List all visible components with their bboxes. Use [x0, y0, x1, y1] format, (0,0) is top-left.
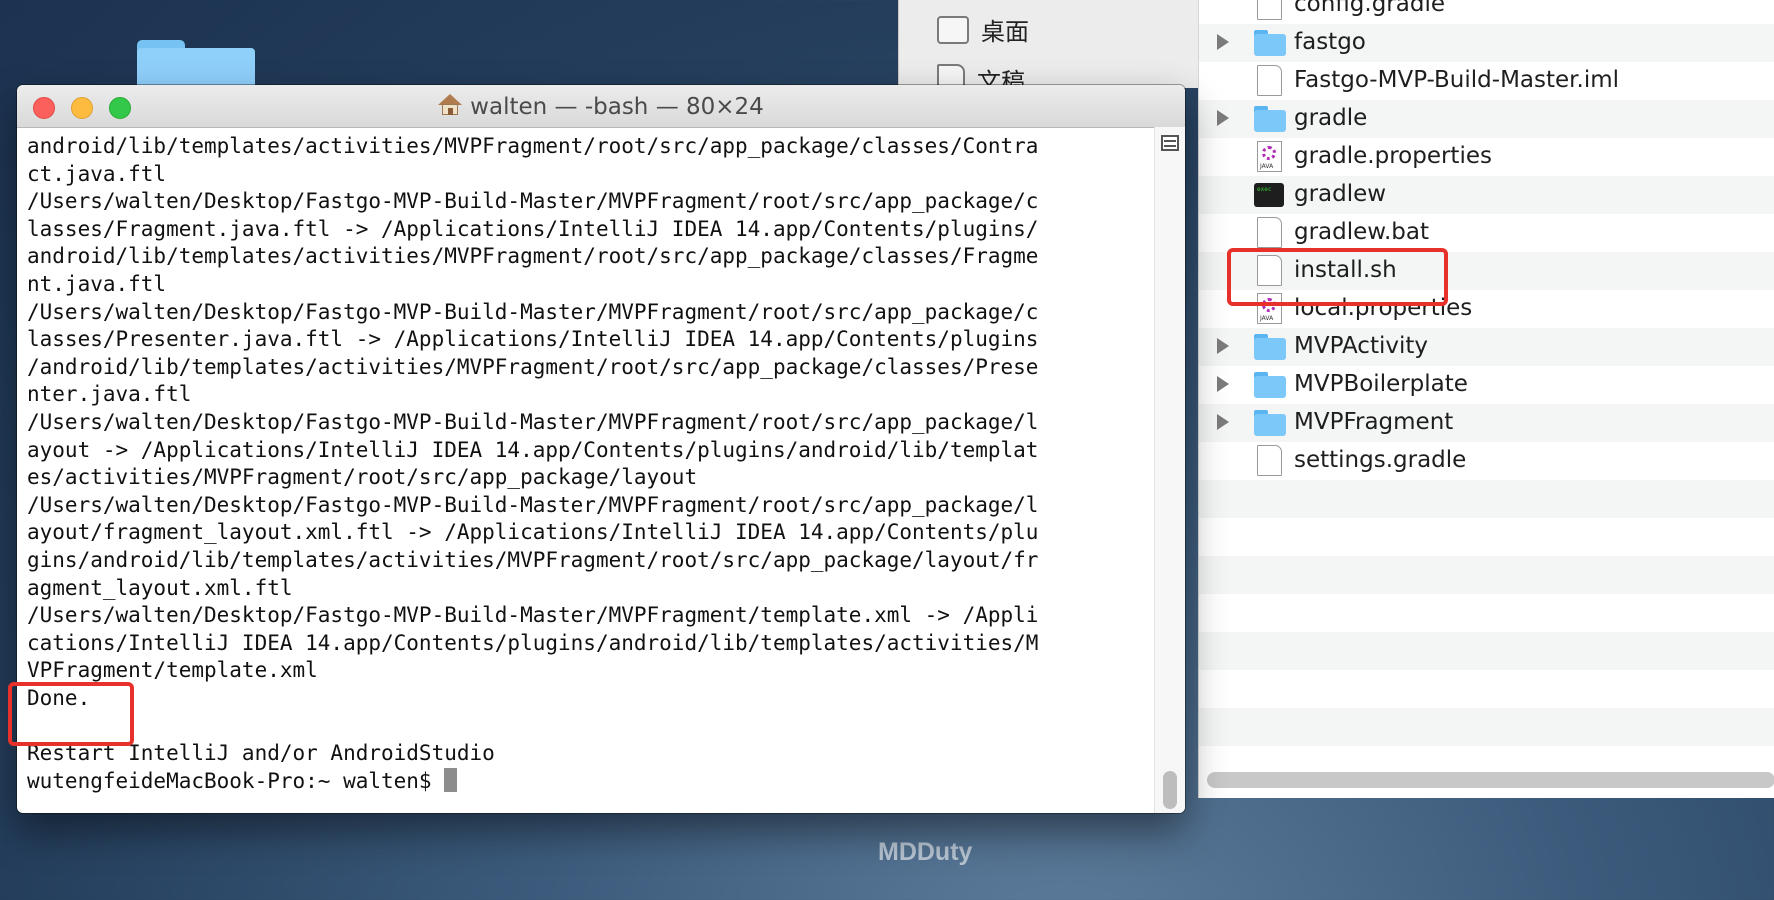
- empty-row: [1199, 556, 1774, 594]
- terminal-line: lasses/Presenter.java.ftl -> /Applicatio…: [27, 327, 1039, 352]
- prompt-line[interactable]: wutengfeideMacBook-Pro:~ walten$: [27, 767, 1157, 796]
- document-icon: [1257, 445, 1282, 476]
- terminal-line: ct.java.ftl: [27, 161, 167, 186]
- split-pane-icon[interactable]: [1161, 135, 1179, 151]
- terminal-line: android/lib/templates/activities/MVPFrag…: [27, 134, 1039, 158]
- scroll-thumb[interactable]: [1163, 771, 1177, 809]
- file-name: gradlew: [1294, 181, 1387, 207]
- terminal-line: /Users/walten/Desktop/Fastgo-MVP-Build-M…: [27, 189, 1039, 214]
- file-name: gradle.properties: [1294, 143, 1492, 169]
- file-row-config-gradle[interactable]: config.gradle: [1199, 0, 1774, 24]
- sidebar-item-label: 桌面: [981, 18, 1029, 46]
- terminal-line: cations/IntelliJ IDEA 14.app/Contents/pl…: [27, 630, 1039, 655]
- terminal-line: ayout/fragment_layout.xml.ftl -> /Applic…: [27, 520, 1039, 545]
- file-name: settings.gradle: [1294, 447, 1467, 473]
- terminal-line: /Users/walten/Desktop/Fastgo-MVP-Build-M…: [27, 409, 1039, 434]
- disclosure-triangle-icon[interactable]: [1217, 110, 1229, 126]
- terminal-line: Restart IntelliJ and/or AndroidStudio: [27, 741, 495, 766]
- disclosure-triangle-icon[interactable]: [1217, 338, 1229, 354]
- file-row-mvpactivity[interactable]: MVPActivity: [1199, 328, 1774, 366]
- file-row-gradlew-bat[interactable]: gradlew.bat: [1199, 214, 1774, 252]
- terminal-line: VPFragment/template.xml: [27, 658, 318, 683]
- empty-row: [1199, 480, 1774, 518]
- file-row-fastgo[interactable]: fastgo: [1199, 24, 1774, 62]
- finder-sidebar: 桌面 文稿: [898, 0, 1199, 96]
- file-name: config.gradle: [1294, 0, 1445, 17]
- file-row-settings-gradle[interactable]: settings.gradle: [1199, 442, 1774, 480]
- java-properties-icon: JAVA: [1257, 141, 1282, 172]
- file-name: MVPActivity: [1294, 333, 1428, 359]
- folder-icon: [1254, 104, 1286, 134]
- terminal-line: agment_layout.xml.ftl: [27, 575, 293, 600]
- terminal-line: gins/android/lib/templates/activities/MV…: [27, 547, 1039, 572]
- terminal-line: /Users/walten/Desktop/Fastgo-MVP-Build-M…: [27, 299, 1039, 324]
- file-name: MVPFragment: [1294, 409, 1454, 435]
- disclosure-triangle-icon[interactable]: [1217, 414, 1229, 430]
- file-name: gradle: [1294, 105, 1368, 131]
- file-name: gradlew.bat: [1294, 219, 1430, 245]
- file-row-gradle-properties[interactable]: JAVA gradle.properties: [1199, 138, 1774, 176]
- file-row-iml[interactable]: Fastgo-MVP-Build-Master.iml: [1199, 62, 1774, 100]
- done-highlight: [8, 682, 134, 746]
- watermark: MDDuty: [878, 838, 973, 866]
- terminal-line: es/activities/MVPFragment/root/src/app_p…: [27, 465, 698, 490]
- terminal-line: ayout -> /Applications/IntelliJ IDEA 14.…: [27, 437, 1039, 462]
- file-row-mvpboilerplate[interactable]: MVPBoilerplate: [1199, 366, 1774, 404]
- file-name: fastgo: [1294, 29, 1366, 55]
- terminal-line: /Users/walten/Desktop/Fastgo-MVP-Build-M…: [27, 603, 1039, 628]
- document-icon: [1257, 65, 1282, 96]
- horizontal-scrollbar[interactable]: [1207, 772, 1774, 788]
- vertical-scrollbar[interactable]: [1154, 127, 1185, 813]
- file-row-mvpfragment[interactable]: MVPFragment: [1199, 404, 1774, 442]
- file-row-gradle[interactable]: gradle: [1199, 100, 1774, 138]
- disclosure-triangle-icon[interactable]: [1217, 34, 1229, 50]
- window-title: walten — -bash — 80×24: [470, 94, 764, 120]
- terminal-line: android/lib/templates/activities/MVPFrag…: [27, 244, 1039, 269]
- file-name: MVPBoilerplate: [1294, 371, 1468, 397]
- empty-row: [1199, 632, 1774, 670]
- folder-icon: [1254, 332, 1286, 362]
- terminal-line: /Users/walten/Desktop/Fastgo-MVP-Build-M…: [27, 492, 1039, 517]
- title-bar[interactable]: walten — -bash — 80×24: [17, 85, 1185, 128]
- sidebar-item-desktop[interactable]: 桌面: [937, 12, 1029, 47]
- finder-file-list: config.gradle fastgo Fastgo-MVP-Build-Ma…: [1198, 0, 1774, 798]
- folder-icon: [1254, 408, 1286, 438]
- executable-icon: exec: [1254, 183, 1284, 207]
- desktop-icon: [937, 15, 969, 44]
- home-icon: [438, 94, 463, 116]
- empty-row: [1199, 708, 1774, 746]
- document-icon: [1257, 217, 1282, 248]
- folder-icon: [1254, 370, 1286, 400]
- terminal-line: nt.java.ftl: [27, 271, 167, 296]
- text-cursor: [444, 767, 458, 792]
- disclosure-triangle-icon[interactable]: [1217, 376, 1229, 392]
- file-name: Fastgo-MVP-Build-Master.iml: [1294, 67, 1619, 93]
- terminal-line-done: Done.: [27, 685, 91, 710]
- terminal-window[interactable]: walten — -bash — 80×24 android/lib/templ…: [17, 85, 1185, 813]
- document-icon: [1257, 0, 1282, 20]
- window-title-wrap: walten — -bash — 80×24: [17, 94, 1185, 120]
- terminal-output[interactable]: android/lib/templates/activities/MVPFrag…: [27, 133, 1157, 803]
- terminal-line: lasses/Fragment.java.ftl -> /Application…: [27, 216, 1039, 241]
- file-row-gradlew[interactable]: exec gradlew: [1199, 176, 1774, 214]
- terminal-line: /android/lib/templates/activities/MVPFra…: [27, 354, 1039, 379]
- shell-prompt: wutengfeideMacBook-Pro:~ walten$: [27, 768, 445, 793]
- folder-icon: [1254, 28, 1286, 58]
- install-sh-highlight: [1227, 248, 1448, 306]
- terminal-line: nter.java.ftl: [27, 382, 192, 407]
